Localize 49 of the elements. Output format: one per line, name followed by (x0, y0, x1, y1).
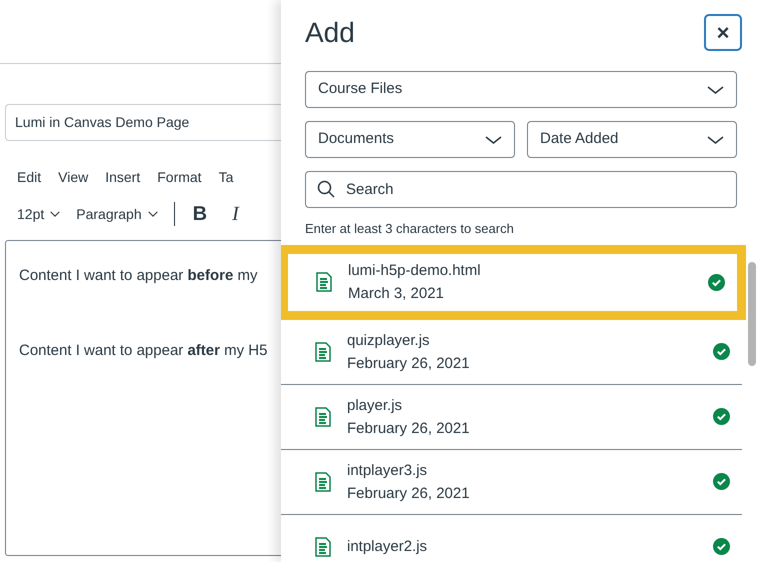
chevron-down-icon (148, 211, 158, 217)
menu-item[interactable]: Edit (17, 167, 42, 188)
select-field[interactable]: Documents (305, 121, 515, 158)
check-icon (708, 274, 725, 290)
file-date: February 26, 2021 (347, 354, 471, 374)
chevron-down-icon (485, 136, 502, 144)
format-button[interactable]: B (192, 204, 208, 224)
file-item[interactable]: intplayer2.js (281, 514, 742, 562)
close-button[interactable]: × (704, 14, 742, 51)
paragraph: Content I want to appear after my H5 (19, 340, 268, 360)
dropdown-button[interactable]: Paragraph (76, 204, 158, 224)
file-name: player.js (347, 396, 404, 416)
menu-item[interactable]: Insert (105, 167, 140, 188)
paragraph: Content I want to appear before my (19, 266, 258, 286)
chevron-down-icon (707, 136, 724, 144)
tray-title: Add (305, 16, 355, 50)
hint-text: Enter at least 3 characters to search (305, 220, 515, 238)
file-item[interactable]: player.js February 26, 2021 (281, 384, 742, 450)
file-item[interactable]: intplayer3.js February 26, 2021 (281, 450, 742, 514)
check-icon (713, 343, 730, 360)
search-field[interactable]: Search (305, 171, 737, 208)
file-icon (315, 406, 331, 426)
chevron-down-icon (50, 211, 60, 217)
menu-item[interactable]: View (58, 167, 88, 188)
file-name: lumi-h5p-demo.html (348, 261, 482, 281)
file-icon (315, 342, 331, 362)
file-icon (315, 536, 331, 556)
check-icon (713, 408, 730, 425)
file-item[interactable]: lumi-h5p-demo.html March 3, 2021 (281, 244, 746, 320)
check-icon (713, 538, 730, 555)
title-field[interactable]: Lumi in Canvas Demo Page (5, 104, 281, 141)
file-date: February 26, 2021 (347, 418, 471, 438)
menu-item[interactable]: Ta (218, 167, 234, 188)
select-field[interactable]: Date Added (527, 121, 737, 158)
file-name: quizplayer.js (347, 330, 431, 350)
file-name: intplayer3.js (347, 460, 428, 480)
scrollbar-thumb[interactable] (748, 262, 756, 366)
file-icon (316, 272, 332, 292)
file-item[interactable]: quizplayer.js February 26, 2021 (281, 320, 742, 384)
dropdown-button[interactable]: 12pt (17, 204, 60, 224)
menu-item[interactable]: Format (157, 167, 202, 188)
check-icon (713, 473, 730, 490)
file-icon (315, 472, 331, 492)
select-field[interactable]: Course Files (305, 71, 737, 108)
file-date: March 3, 2021 (348, 284, 445, 304)
chevron-down-icon (707, 86, 724, 94)
format-button[interactable]: I (232, 204, 239, 224)
file-name: intplayer2.js (347, 537, 428, 557)
file-date: February 26, 2021 (347, 484, 471, 504)
